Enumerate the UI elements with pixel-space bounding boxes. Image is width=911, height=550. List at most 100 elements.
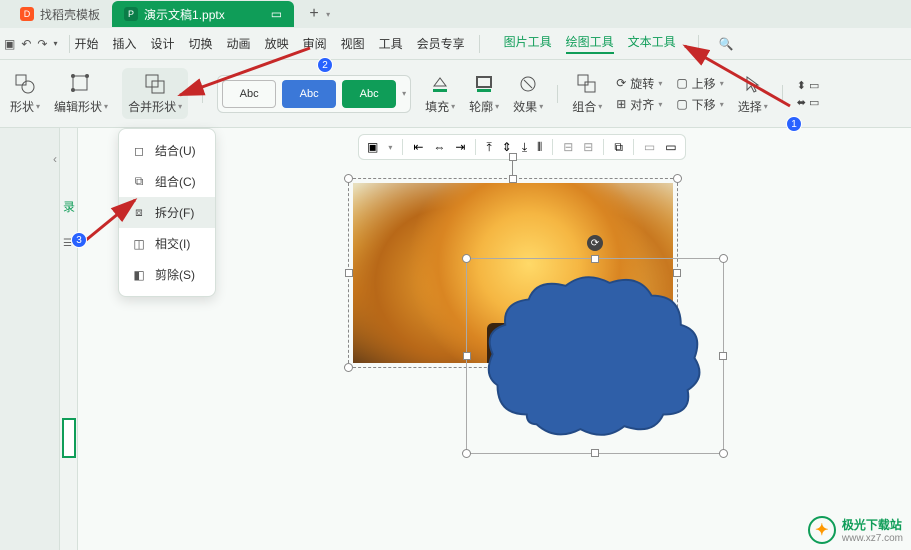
fb-align-right-icon[interactable]: ⇥: [455, 140, 465, 154]
qat-save-icon[interactable]: ▣: [4, 37, 15, 51]
rotate-handle[interactable]: [509, 153, 517, 161]
rotate-icon: ⟳: [616, 76, 626, 90]
shapes-icon: [13, 72, 37, 96]
chevron-down-icon: ▾: [598, 102, 602, 111]
menu-insert[interactable]: 插入: [113, 35, 137, 52]
resize-handle[interactable]: [462, 254, 471, 263]
menu-member[interactable]: 会员专享: [417, 35, 465, 52]
thumbnail-column: 录 ☰: [60, 128, 78, 550]
slide-content: ⟳: [348, 178, 768, 468]
chevron-down-icon: ▾: [495, 102, 499, 111]
ribbon-editshape-button[interactable]: 编辑形状▾: [54, 72, 108, 115]
resize-handle[interactable]: [591, 255, 599, 263]
separator: [557, 85, 558, 103]
resize-handle[interactable]: [719, 449, 728, 458]
collapse-handle-icon[interactable]: ‹: [53, 152, 57, 166]
floating-align-toolbar: ▣ ▾ ⇤ ⇔ ⇥ ⤒ ⇕ ⤓ ⫴ ⊟ ⊟ ⧉ ▭ ▭: [358, 134, 686, 160]
newtab-dropdown-icon[interactable]: ▾: [326, 10, 330, 19]
title-tabs: D 找稻壳模板 P 演示文稿1.pptx ▭ + ▾: [0, 0, 911, 28]
tab-label: 演示文稿1.pptx: [144, 6, 225, 23]
merge-shape-icon: [143, 72, 167, 96]
new-tab-button[interactable]: +: [302, 5, 326, 23]
merge-union[interactable]: ◻结合(U): [119, 135, 215, 166]
align-icon: ⊞: [616, 97, 626, 111]
fill-icon: [428, 72, 452, 96]
effect-icon: [516, 72, 540, 96]
watermark: ✦ 极光下载站 www.xz7.com: [808, 516, 903, 544]
resize-handle[interactable]: [344, 363, 353, 372]
resize-handle[interactable]: [344, 174, 353, 183]
subtract-icon: ◧: [131, 267, 147, 283]
ribbon-group-button[interactable]: 组合▾: [572, 72, 602, 115]
tab-presentation[interactable]: P 演示文稿1.pptx ▭: [112, 1, 294, 27]
separator: [479, 35, 480, 53]
resize-handle[interactable]: [509, 175, 517, 183]
fb-match1-icon[interactable]: ▭: [644, 140, 655, 154]
merge-subtract[interactable]: ◧剪除(S): [119, 259, 215, 290]
menu-picture-tools[interactable]: 图片工具: [504, 33, 552, 54]
rotate-handle[interactable]: ⟳: [587, 235, 603, 251]
fb-align-vcenter-icon[interactable]: ⇕: [502, 140, 512, 154]
style-preset-3[interactable]: Abc: [342, 80, 396, 108]
chevron-down-icon: ▾: [178, 102, 182, 111]
chevron-down-icon: ▾: [36, 102, 40, 111]
menu-start[interactable]: 开始: [74, 35, 98, 52]
chevron-down-icon: ▾: [539, 102, 543, 111]
tab-label: 找稻壳模板: [40, 6, 100, 23]
resize-handle[interactable]: [673, 174, 682, 183]
outline-icon: [472, 72, 496, 96]
fb-crop-icon[interactable]: ▣: [367, 140, 378, 154]
edit-shape-icon: [69, 72, 93, 96]
chevron-down-icon: ▾: [104, 102, 108, 111]
menu-drawing-tools[interactable]: 绘图工具: [566, 33, 614, 54]
fb-align-top-icon[interactable]: ⤒: [486, 140, 491, 155]
annotation-arrow-2: [170, 40, 330, 100]
fb-dist2-icon[interactable]: ⊟: [583, 140, 593, 154]
ribbon-shape-button[interactable]: 形状▾: [10, 72, 40, 115]
annotation-arrow-3: [75, 195, 150, 255]
annotation-arrow-1: [630, 38, 830, 108]
fb-align-bottom-icon[interactable]: ⤓: [522, 140, 527, 155]
fb-distribute-h-icon[interactable]: ⫴: [537, 140, 542, 155]
resize-handle[interactable]: [719, 352, 727, 360]
annotation-badge-1: 1: [786, 116, 802, 132]
group-icon: [575, 72, 599, 96]
watermark-brand: 极光下载站: [842, 516, 903, 533]
qat-more-icon[interactable]: ▾: [53, 39, 57, 48]
menu-tools[interactable]: 工具: [379, 35, 403, 52]
separator: [69, 35, 70, 53]
fb-align-left-icon[interactable]: ⇤: [413, 140, 423, 154]
ribbon-effect-button[interactable]: 效果▾: [513, 72, 543, 115]
ribbon-outline-button[interactable]: 轮廓▾: [469, 72, 499, 115]
gallery-more-icon[interactable]: ▾: [402, 89, 406, 98]
resize-handle[interactable]: [463, 352, 471, 360]
fb-group-icon[interactable]: ⧉: [614, 140, 623, 155]
tab-templates[interactable]: D 找稻壳模板: [8, 1, 112, 27]
ppt-icon: P: [124, 7, 138, 21]
union-icon: ◻: [131, 143, 147, 159]
tab-winmode-icon[interactable]: ▭: [271, 7, 282, 21]
ribbon-fill-button[interactable]: 填充▾: [425, 72, 455, 115]
qat-undo-icon[interactable]: ↶: [21, 37, 31, 51]
chevron-down-icon[interactable]: ▾: [388, 143, 392, 152]
annotation-badge-3: 3: [71, 232, 87, 248]
slide-thumbnail[interactable]: [62, 418, 76, 458]
fb-match2-icon[interactable]: ▭: [665, 140, 676, 154]
resize-handle[interactable]: [345, 269, 353, 277]
docer-icon: D: [20, 7, 34, 21]
fb-dist1-icon[interactable]: ⊟: [563, 140, 573, 154]
menu-view[interactable]: 视图: [341, 35, 365, 52]
annotation-badge-2: 2: [317, 57, 333, 73]
merge-combine[interactable]: ⧉组合(C): [119, 166, 215, 197]
combine-icon: ⧉: [131, 174, 147, 190]
watermark-logo-icon: ✦: [808, 516, 836, 544]
outline-label: 录: [63, 198, 75, 215]
qat-redo-icon[interactable]: ↷: [37, 37, 47, 51]
fb-align-hcenter-icon[interactable]: ⇔: [433, 140, 445, 154]
cloud-shape[interactable]: [478, 266, 712, 446]
resize-handle[interactable]: [462, 449, 471, 458]
resize-handle[interactable]: [591, 449, 599, 457]
resize-handle[interactable]: [719, 254, 728, 263]
quick-access-toolbar: ▣ ↶ ↷ ▾: [4, 37, 65, 51]
left-nav-strip: ‹: [0, 128, 60, 550]
